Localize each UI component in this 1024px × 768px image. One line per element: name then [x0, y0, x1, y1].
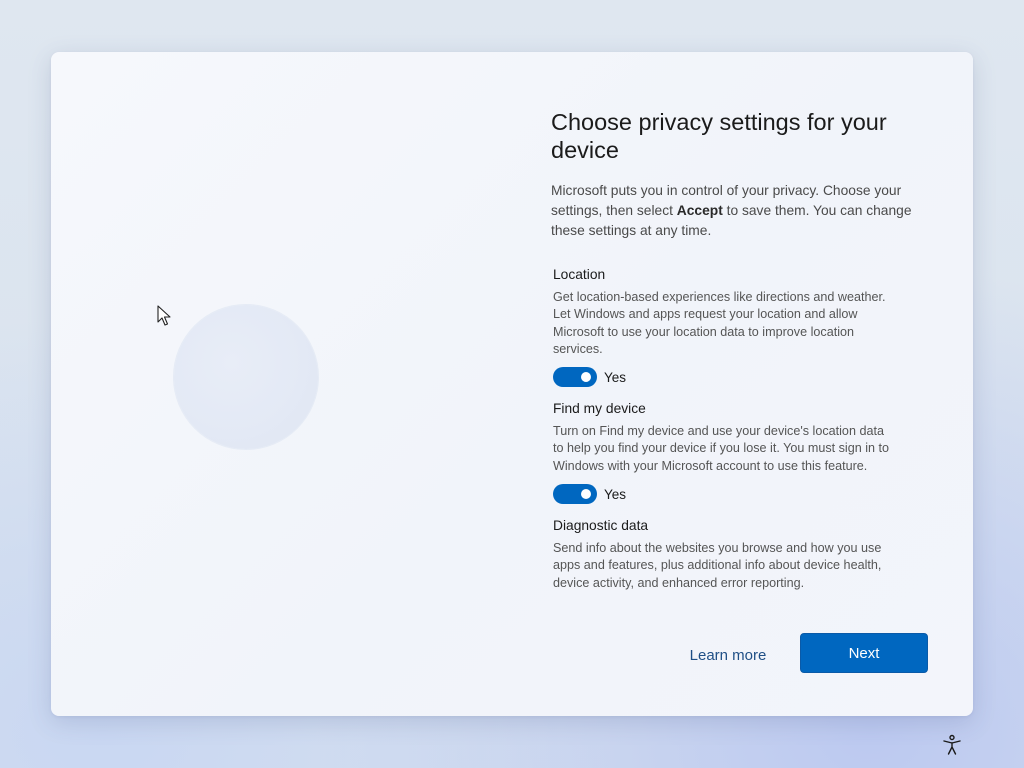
- setting-description: Send info about the websites you browse …: [553, 541, 882, 590]
- setting-title: Diagnostic data: [553, 518, 649, 534]
- learn-more-link[interactable]: Learn more: [677, 642, 779, 668]
- setting-title: Location: [553, 267, 606, 282]
- settings-list[interactable]: Location Get location-based experiences …: [553, 266, 893, 607]
- toggle-knob: [581, 489, 591, 500]
- setting-find-my-device: Find my device Turn on Find my device an…: [553, 400, 893, 505]
- privacy-illustration: [174, 305, 318, 449]
- toggle-label: Yes: [604, 369, 627, 385]
- page-title: Choose privacy settings for your device: [551, 109, 887, 163]
- location-toggle[interactable]: [553, 367, 597, 388]
- find-my-device-toggle[interactable]: [553, 484, 597, 505]
- toggle-label: Yes: [604, 486, 627, 502]
- oobe-dialog: Choose privacy settings for your device …: [51, 52, 973, 716]
- setting-diagnostic-data: Diagnostic data Send info about the webs…: [553, 517, 893, 592]
- accessibility-icon[interactable]: [940, 733, 964, 757]
- next-button[interactable]: Next: [800, 633, 928, 673]
- setting-location: Location Get location-based experiences …: [553, 266, 893, 388]
- toggle-row: Yes: [553, 366, 893, 388]
- setting-description: Turn on Find my device and use your devi…: [553, 424, 890, 473]
- toggle-knob: [581, 372, 591, 383]
- toggle-row: Yes: [553, 483, 893, 505]
- intro-text: Microsoft puts you in control of your pr…: [551, 183, 912, 238]
- setting-title: Find my device: [553, 401, 646, 417]
- setting-description: Get location-based experiences like dire…: [553, 290, 886, 356]
- mouse-cursor-icon: [157, 305, 171, 326]
- intro-accept-word: Accept: [676, 203, 723, 218]
